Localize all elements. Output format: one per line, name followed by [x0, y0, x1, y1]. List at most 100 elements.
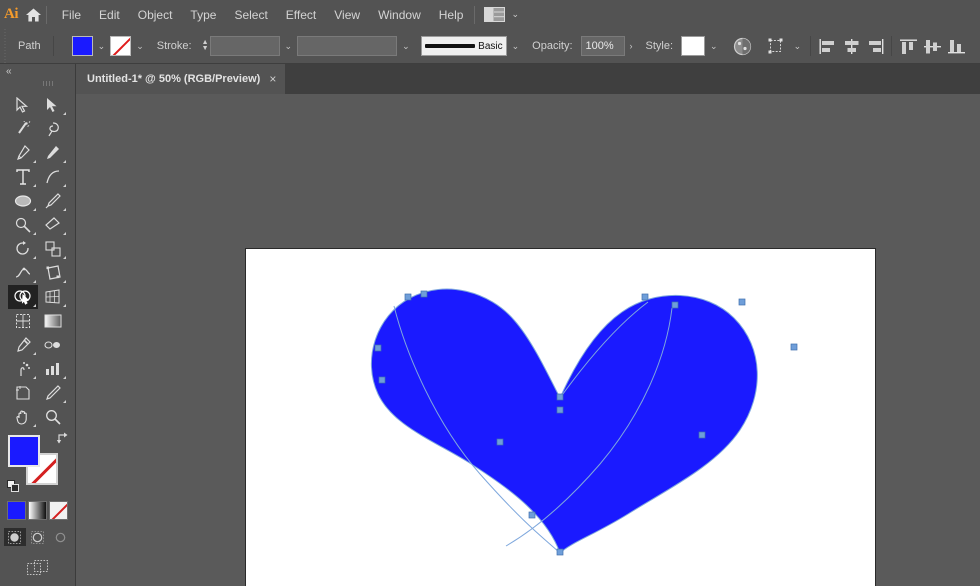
column-graph-tool[interactable]: [38, 357, 68, 381]
close-icon[interactable]: ×: [269, 73, 276, 85]
curvature-tool[interactable]: [38, 141, 68, 165]
style-chevron-down-icon[interactable]: ⌄: [705, 41, 723, 51]
menu-item-view[interactable]: View: [325, 4, 369, 26]
shape-builder-tool[interactable]: [7, 285, 38, 309]
tool-more-indicator-icon: [62, 304, 66, 307]
width-tool[interactable]: [8, 261, 38, 285]
tool-more-indicator-icon: [32, 256, 36, 259]
control-divider-1: [52, 36, 54, 56]
ellipse-tool[interactable]: [8, 189, 38, 213]
control-bar: Path ⌄ ⌄ Stroke: ▲ ▼ ⌄ ⌄ Basic ⌄ Opacity…: [0, 28, 980, 64]
tool-grid: [0, 89, 75, 429]
menu-item-window[interactable]: Window: [369, 4, 430, 26]
arrange-documents-icon[interactable]: [481, 4, 507, 26]
tool-more-indicator-icon: [32, 280, 36, 283]
recolor-artwork-icon[interactable]: [731, 34, 755, 58]
menu-item-type[interactable]: Type: [181, 4, 225, 26]
default-fill-stroke-icon[interactable]: [6, 480, 20, 493]
scale-tool[interactable]: [38, 237, 68, 261]
paintbrush-tool[interactable]: [38, 189, 68, 213]
shaper-tool[interactable]: [8, 213, 38, 237]
align-bottom-icon[interactable]: [944, 34, 968, 58]
artboard[interactable]: [245, 248, 876, 586]
app-logo: Ai: [4, 6, 19, 22]
variable-width-profile-input[interactable]: [297, 36, 398, 56]
transform-chevron-down-icon[interactable]: ⌄: [789, 41, 807, 51]
zoom-tool[interactable]: [38, 405, 68, 429]
tool-more-indicator-icon: [32, 184, 36, 187]
gradient-tool[interactable]: [38, 309, 68, 333]
artboard-tool[interactable]: [8, 381, 38, 405]
collapse-panel-icon[interactable]: «: [0, 64, 75, 78]
menu-item-effect[interactable]: Effect: [277, 4, 325, 26]
magic-wand-tool[interactable]: [8, 117, 38, 141]
control-bar-grip[interactable]: [0, 28, 10, 64]
color-mode-button[interactable]: [7, 501, 26, 520]
stroke-weight-stepper[interactable]: ▲ ▼: [202, 39, 209, 52]
brush-chevron-down-icon[interactable]: ⌄: [507, 41, 525, 51]
home-icon[interactable]: [22, 0, 44, 29]
menu-item-help[interactable]: Help: [430, 4, 473, 26]
draw-inside-button[interactable]: [50, 528, 72, 546]
tool-more-indicator-icon: [62, 256, 66, 259]
direct-selection-tool[interactable]: [38, 93, 68, 117]
eyedropper-tool[interactable]: [8, 333, 38, 357]
opacity-options-arrow-icon[interactable]: ›: [625, 41, 638, 51]
brush-definition-select[interactable]: Basic: [420, 36, 507, 56]
arrange-chevron-down-icon[interactable]: ⌄: [511, 9, 519, 20]
tool-more-indicator-icon: [62, 184, 66, 187]
menu-item-select[interactable]: Select: [225, 4, 276, 26]
tool-more-indicator-icon: [62, 160, 66, 163]
transform-panel-icon[interactable]: [765, 34, 789, 58]
perspective-grid-tool[interactable]: [38, 285, 68, 309]
symbol-sprayer-tool[interactable]: [8, 357, 38, 381]
align-left-icon[interactable]: [815, 34, 839, 58]
variable-width-chevron-down-icon[interactable]: ⌄: [397, 41, 415, 51]
tool-more-indicator-icon: [62, 376, 66, 379]
graphic-style-swatch[interactable]: [681, 36, 706, 56]
tool-more-indicator-icon: [32, 208, 36, 211]
none-mode-button[interactable]: [49, 501, 68, 520]
fill-chevron-down-icon[interactable]: ⌄: [93, 41, 111, 51]
draw-normal-button[interactable]: [3, 528, 26, 546]
menu-item-edit[interactable]: Edit: [90, 4, 129, 26]
align-vertical-center-icon[interactable]: [920, 34, 944, 58]
canvas-area[interactable]: [76, 94, 980, 586]
swap-fill-stroke-icon[interactable]: [56, 432, 70, 446]
eraser-tool[interactable]: [38, 213, 68, 237]
stroke-weight-chevron-down-icon[interactable]: ⌄: [280, 41, 298, 51]
align-top-icon[interactable]: [896, 34, 920, 58]
fill-color-swatch[interactable]: [71, 36, 93, 56]
blend-tool[interactable]: [38, 333, 68, 357]
rotate-tool[interactable]: [8, 237, 38, 261]
hand-tool[interactable]: [8, 405, 38, 429]
tool-more-indicator-icon: [32, 424, 36, 427]
stroke-none-icon: [111, 37, 130, 55]
change-screen-mode-button[interactable]: [25, 558, 51, 578]
tool-more-indicator-icon: [32, 376, 36, 379]
menu-item-object[interactable]: Object: [129, 4, 182, 26]
stroke-color-swatch[interactable]: [110, 36, 132, 56]
lasso-tool[interactable]: [38, 117, 68, 141]
align-horizontal-center-icon[interactable]: [839, 34, 863, 58]
stroke-weight-input[interactable]: [209, 36, 280, 56]
draw-behind-button[interactable]: [27, 528, 49, 546]
line-segment-tool[interactable]: [38, 165, 68, 189]
gradient-mode-button[interactable]: [28, 501, 47, 520]
type-tool[interactable]: [8, 165, 38, 189]
tools-panel-grip[interactable]: [20, 78, 55, 89]
free-transform-tool[interactable]: [38, 261, 68, 285]
opacity-input[interactable]: 100%: [580, 36, 625, 56]
pen-tool[interactable]: [8, 141, 38, 165]
selection-tool[interactable]: [8, 93, 38, 117]
slice-tool[interactable]: [38, 381, 68, 405]
brush-definition-label: Basic: [478, 40, 503, 52]
document-tab-untitled-1[interactable]: Untitled-1* @ 50% (RGB/Preview) ×: [76, 64, 286, 94]
mesh-tool[interactable]: [8, 309, 38, 333]
stroke-chevron-down-icon[interactable]: ⌄: [131, 41, 149, 51]
align-right-icon[interactable]: [863, 34, 887, 58]
menu-item-file[interactable]: File: [53, 4, 90, 26]
stepper-down-icon[interactable]: ▼: [202, 45, 209, 52]
tool-more-indicator-icon: [62, 232, 66, 235]
toolbar-fill-swatch[interactable]: [7, 435, 40, 467]
